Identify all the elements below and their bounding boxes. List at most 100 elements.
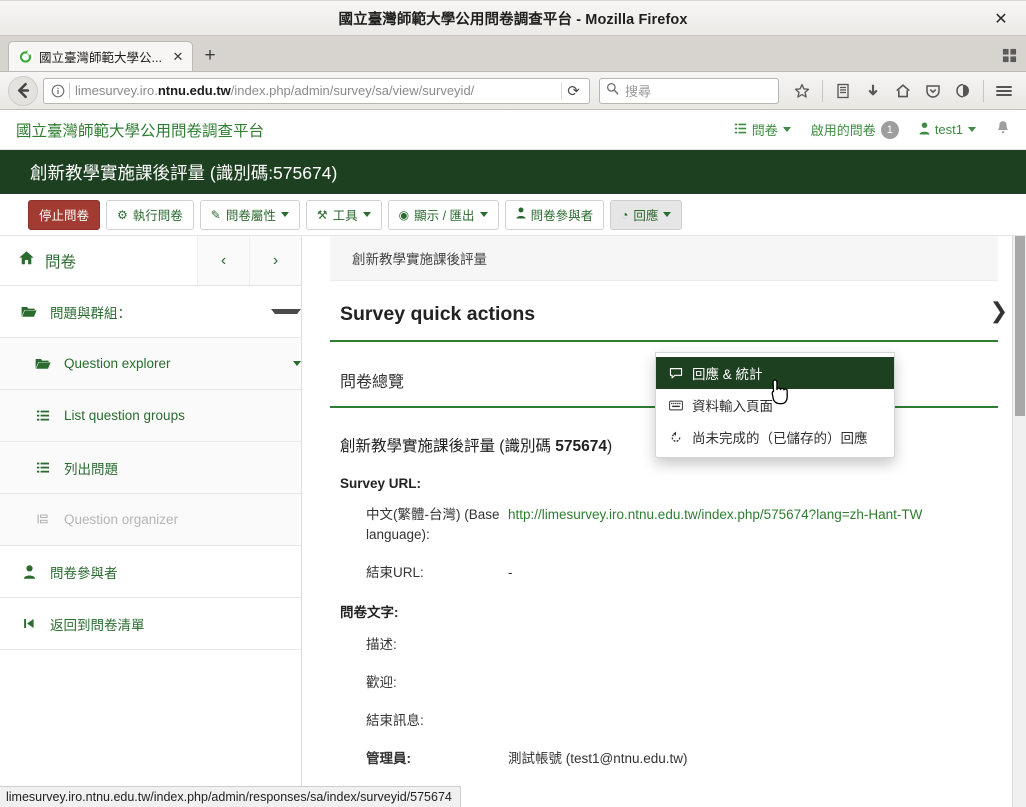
sidebar-item-question-explorer[interactable]: Question explorer: [0, 338, 301, 390]
row-admin: 管理員: 測試帳號 (test1@ntnu.edu.tw): [340, 749, 998, 769]
breadcrumb-wrap: 創新教學實施課後評量: [302, 236, 1026, 281]
sidebar-item-list-question-groups[interactable]: List question groups: [0, 390, 301, 442]
survey-sidebar: 問卷 ‹ › 問題與群組： Question explorer List que…: [0, 236, 302, 807]
welcome-value: [508, 673, 998, 693]
responses-button[interactable]: ◔ 回應: [610, 199, 683, 230]
back-icon[interactable]: [8, 75, 38, 106]
bell-icon[interactable]: [996, 120, 1010, 139]
url-prefix: limesurvey.iro.: [75, 83, 158, 98]
nav-surveys-label: 問卷: [751, 123, 778, 138]
gear-icon: ⚙: [117, 207, 128, 222]
tools-label: 工具: [332, 209, 358, 223]
pocket-icon[interactable]: [919, 77, 947, 105]
row-end-message: 結束訊息:: [340, 711, 998, 731]
window-titlebar: 國立臺灣師範大學公用問卷調查平台 - Mozilla Firefox ✕: [0, 0, 1026, 36]
browser-tab[interactable]: 國立臺灣師範大學公... ✕: [8, 41, 193, 71]
home-icon[interactable]: [889, 77, 917, 105]
display-export-icon: ◉: [398, 207, 410, 222]
skip-back-icon: [20, 617, 38, 630]
dropdown-item-data-entry[interactable]: 資料輸入頁面: [656, 389, 894, 421]
firefox-window: 國立臺灣師範大學公用問卷調查平台 - Mozilla Firefox ✕ 國立臺…: [0, 0, 1026, 807]
scrollbar-thumb[interactable]: [1015, 236, 1025, 416]
sidebar-back-to-list-label: 返回到問卷清單: [50, 617, 145, 633]
pencil-icon: ✎: [210, 207, 221, 222]
participant-icon: [516, 207, 526, 222]
tools-button[interactable]: ⚒ 工具: [305, 199, 382, 230]
restore-icon[interactable]: [998, 44, 1020, 66]
chevron-down-icon-export: [479, 212, 488, 217]
chevron-down-icon-explorer[interactable]: [293, 361, 301, 366]
sync-icon[interactable]: [949, 77, 977, 105]
sidebar-item-survey-participants[interactable]: 問卷參與者: [0, 546, 301, 598]
url-text: limesurvey.iro.ntnu.edu.tw/index.php/adm…: [75, 83, 561, 98]
chevron-down-icon-tools: [362, 212, 371, 217]
toolbar-divider: [822, 79, 823, 102]
sidebar-prev-button[interactable]: ‹: [197, 236, 249, 285]
reload-icon[interactable]: ⟳: [561, 81, 585, 100]
browser-toolbar-icons: [788, 77, 1018, 105]
search-input[interactable]: 搜尋: [599, 77, 779, 104]
responses-icon: ◔: [621, 207, 629, 222]
bookmark-star-icon[interactable]: [788, 77, 816, 105]
description-label: 描述:: [366, 637, 397, 652]
comment-icon: [668, 367, 684, 380]
library-icon[interactable]: [829, 77, 857, 105]
display-export-label: 顯示 / 匯出: [414, 209, 475, 223]
row-welcome: 歡迎:: [340, 673, 998, 693]
stop-survey-button[interactable]: 停止問卷: [28, 199, 101, 230]
chevron-down-icon-qg[interactable]: [271, 309, 301, 314]
sidebar-home-label: 問卷: [45, 253, 77, 271]
base-language-value: http://limesurvey.iro.ntnu.edu.tw/index.…: [508, 505, 998, 545]
identity-icon[interactable]: [48, 84, 68, 98]
dropdown-item-data-entry-label: 資料輸入頁面: [692, 399, 773, 414]
run-survey-button[interactable]: ⚙ 執行問卷: [106, 199, 194, 230]
tab-strip: 國立臺灣師範大學公... ✕ +: [0, 36, 1026, 72]
organizer-icon: [34, 513, 52, 526]
end-url-value: -: [508, 565, 513, 580]
sidebar-item-home[interactable]: 問卷: [0, 250, 197, 272]
folder-open-icon: [20, 305, 38, 318]
app-navbar: 國立臺灣師範大學公用問卷調查平台 問卷 啟用的問卷 1 test1: [0, 110, 1026, 150]
end-message-value: [508, 711, 998, 731]
admin-value: 測試帳號 (test1@ntnu.edu.tw): [508, 751, 688, 766]
survey-participants-button[interactable]: 問卷參與者: [504, 199, 605, 230]
row-end-url: 結束URL: -: [340, 563, 998, 583]
stop-survey-label: 停止問卷: [39, 209, 90, 223]
sidebar-header: 問卷 ‹ ›: [0, 236, 301, 286]
chevron-down-icon-user: [968, 127, 976, 132]
nav-active-surveys[interactable]: 啟用的問卷 1: [811, 120, 899, 139]
nav-user-label: test1: [934, 122, 963, 137]
app-brand: 國立臺灣師範大學公用問卷調查平台: [16, 122, 265, 140]
url-domain: ntnu.edu.tw: [157, 83, 231, 98]
display-export-button[interactable]: ◉ 顯示 / 匯出: [387, 199, 499, 230]
search-icon: [606, 82, 619, 100]
user-icon: [919, 121, 930, 138]
run-survey-label: 執行問卷: [132, 209, 183, 223]
survey-url-label: Survey URL:: [340, 476, 422, 491]
dropdown-item-saved-responses[interactable]: 尚未完成的（已儲存的）回應: [656, 421, 894, 453]
downloads-icon[interactable]: [859, 77, 887, 105]
url-bar[interactable]: limesurvey.iro.ntnu.edu.tw/index.php/adm…: [43, 77, 590, 104]
new-tab-button[interactable]: +: [195, 41, 225, 71]
sidebar-item-questions-groups[interactable]: 問題與群組：: [0, 286, 301, 338]
sidebar-item-list-questions[interactable]: 列出問題: [0, 442, 301, 494]
folder-open-icon-explorer: [34, 357, 52, 370]
search-placeholder: 搜尋: [625, 84, 652, 99]
menu-icon[interactable]: [990, 77, 1018, 105]
survey-properties-button[interactable]: ✎ 問卷屬性: [199, 199, 300, 230]
active-surveys-badge: 1: [880, 120, 899, 139]
chevron-right-icon[interactable]: ❯: [990, 298, 1008, 324]
sidebar-item-back-to-list[interactable]: 返回到問卷清單: [0, 598, 301, 650]
dropdown-item-responses-statistics[interactable]: 回應 & 統計: [656, 357, 894, 389]
page-scrollbar[interactable]: [1012, 236, 1026, 807]
sidebar-next-button[interactable]: ›: [249, 236, 301, 285]
sidebar-item-question-organizer: Question organizer: [0, 494, 301, 546]
base-language-url-link[interactable]: http://limesurvey.iro.ntnu.edu.tw/index.…: [508, 507, 922, 522]
toolbar-divider-2: [983, 79, 984, 102]
tab-close-icon[interactable]: ✕: [171, 49, 185, 65]
nav-surveys[interactable]: 問卷: [734, 120, 791, 139]
responses-label: 回應: [633, 209, 659, 223]
url-separator: [69, 82, 70, 99]
window-close-button[interactable]: ✕: [984, 1, 1018, 37]
nav-user-menu[interactable]: test1: [919, 121, 976, 138]
